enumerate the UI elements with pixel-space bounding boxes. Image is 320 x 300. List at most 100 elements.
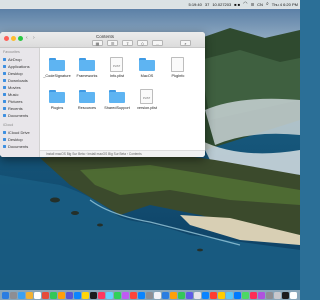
applications-icon <box>3 64 6 68</box>
share-icon[interactable]: ⇪ <box>122 40 133 46</box>
blank-document-icon <box>171 57 184 72</box>
sidebar-item-label: iCloud Drive <box>8 129 30 135</box>
dock-app-icon[interactable] <box>194 291 201 299</box>
dock-app-icon[interactable] <box>130 291 137 299</box>
dock-app-icon[interactable] <box>250 291 257 299</box>
dock-app-icon[interactable] <box>170 291 177 299</box>
sidebar-item-pictures[interactable]: Pictures <box>3 98 22 104</box>
zoom-button[interactable] <box>18 36 23 41</box>
dock-app-icon[interactable] <box>258 291 265 299</box>
sidebar-item-icloud-documents[interactable]: Documents <box>3 143 28 149</box>
wifi-icon[interactable]: ◠ <box>243 2 247 7</box>
grid-view-icon[interactable]: ▦ <box>92 40 103 46</box>
sidebar-item-music[interactable]: Music <box>3 91 18 97</box>
dock-app-icon[interactable] <box>178 291 185 299</box>
dock-app-icon[interactable] <box>34 291 41 299</box>
menubar-item[interactable]: 37 <box>205 2 209 7</box>
sidebar-item-desktop[interactable]: Desktop <box>3 70 23 76</box>
tag-icon[interactable]: ◇ <box>137 40 148 46</box>
finder-window: ‹ › Contents ▦ ☰ ⇪ ◇ … ⌕ Favourites AirD… <box>0 32 205 157</box>
sidebar-item-label: Downloads <box>8 77 28 83</box>
dock-app-icon[interactable] <box>290 291 297 299</box>
dock-app-icon[interactable] <box>242 291 249 299</box>
documents-icon <box>3 113 6 117</box>
close-button[interactable] <box>4 36 9 41</box>
file-label: Resources <box>77 106 97 110</box>
search-icon[interactable]: ⌕ <box>266 2 269 7</box>
menu-bar: 5:19:40 37 10.027203 ■ ■ ◠ ☰ CN ⌕ Thu 4 … <box>0 0 300 9</box>
window-titlebar[interactable]: ‹ › Contents ▦ ☰ ⇪ ◇ … ⌕ <box>0 32 205 48</box>
dock-app-icon[interactable] <box>26 291 33 299</box>
dock-app-icon[interactable] <box>98 291 105 299</box>
sidebar-item-airdrop[interactable]: AirDrop <box>3 56 22 62</box>
file-label: Info.plist <box>109 74 125 78</box>
downloads-icon <box>3 78 6 82</box>
dock-app-icon[interactable] <box>226 291 233 299</box>
sidebar-item-label: Recents <box>8 105 23 111</box>
dock-app-icon[interactable] <box>42 291 49 299</box>
sidebar-item-recents[interactable]: Recents <box>3 105 23 111</box>
search-icon[interactable]: ⌕ <box>180 40 191 46</box>
dock-app-icon[interactable] <box>202 291 209 299</box>
folder-icon <box>49 90 65 103</box>
sidebar: Favourites AirDrop Applications Desktop … <box>0 48 40 157</box>
dock-app-icon[interactable] <box>10 291 17 299</box>
file-label: version.plist <box>136 106 158 110</box>
menubar-item[interactable]: 5:19:40 <box>189 2 202 7</box>
menubar-item[interactable]: CN <box>257 2 263 7</box>
recents-icon <box>3 106 6 110</box>
sidebar-item-downloads[interactable]: Downloads <box>3 77 28 83</box>
dock-app-icon[interactable] <box>162 291 169 299</box>
dock-app-icon[interactable] <box>106 291 113 299</box>
cloud-icon <box>3 130 6 134</box>
folder-icon <box>109 90 125 103</box>
window-title: Contents <box>95 34 114 39</box>
menubar-item[interactable]: 10.027203 <box>212 2 231 7</box>
sidebar-item-icloud-drive[interactable]: iCloud Drive <box>3 129 30 135</box>
music-icon <box>3 92 6 96</box>
sidebar-item-icloud-desktop[interactable]: Desktop <box>3 136 23 142</box>
menubar-clock[interactable]: Thu 4 6:20 PM <box>272 2 298 7</box>
sidebar-item-label: Desktop <box>8 136 23 142</box>
dock-app-icon[interactable] <box>282 291 289 299</box>
dock-app-icon[interactable] <box>18 291 25 299</box>
desktop-icon <box>3 137 6 141</box>
more-icon[interactable]: … <box>152 40 163 46</box>
dock-app-icon[interactable] <box>234 291 241 299</box>
airdrop-icon <box>3 57 6 61</box>
sidebar-item-movies[interactable]: Movies <box>3 84 21 90</box>
dock-app-icon[interactable] <box>274 291 281 299</box>
dock-app-icon[interactable] <box>146 291 153 299</box>
dock-app-icon[interactable] <box>66 291 73 299</box>
dock-app-icon[interactable] <box>138 291 145 299</box>
desktop-icon <box>3 71 6 75</box>
menubar-item[interactable]: ☰ <box>251 2 255 7</box>
movies-icon <box>3 85 6 89</box>
group-icon[interactable]: ☰ <box>107 40 118 46</box>
menubar-item[interactable]: ■ ■ <box>234 2 240 7</box>
sidebar-item-label: Movies <box>8 84 21 90</box>
sidebar-item-label: Documents <box>8 112 29 118</box>
sidebar-item-applications[interactable]: Applications <box>3 63 30 69</box>
dock-app-icon[interactable] <box>186 291 193 299</box>
dock-app-icon[interactable] <box>2 291 9 299</box>
sidebar-item-label: Desktop <box>8 70 23 76</box>
minimize-button[interactable] <box>11 36 16 41</box>
back-forward-buttons[interactable]: ‹ › <box>26 35 37 41</box>
dock-app-icon[interactable] <box>58 291 65 299</box>
dock-app-icon[interactable] <box>90 291 97 299</box>
dock-app-icon[interactable] <box>114 291 121 299</box>
dock-app-icon[interactable] <box>50 291 57 299</box>
dock <box>0 290 300 300</box>
dock-app-icon[interactable] <box>266 291 273 299</box>
dock-app-icon[interactable] <box>122 291 129 299</box>
dock-app-icon[interactable] <box>74 291 81 299</box>
plist-document-icon: PLIST <box>140 89 153 104</box>
dock-app-icon[interactable] <box>82 291 89 299</box>
file-label: MacOS <box>140 74 154 78</box>
path-bar[interactable]: Install macOS Big Sur Beta › Install mac… <box>40 150 205 157</box>
dock-app-icon[interactable] <box>154 291 161 299</box>
dock-app-icon[interactable] <box>218 291 225 299</box>
dock-app-icon[interactable] <box>210 291 217 299</box>
sidebar-item-documents[interactable]: Documents <box>3 112 28 118</box>
